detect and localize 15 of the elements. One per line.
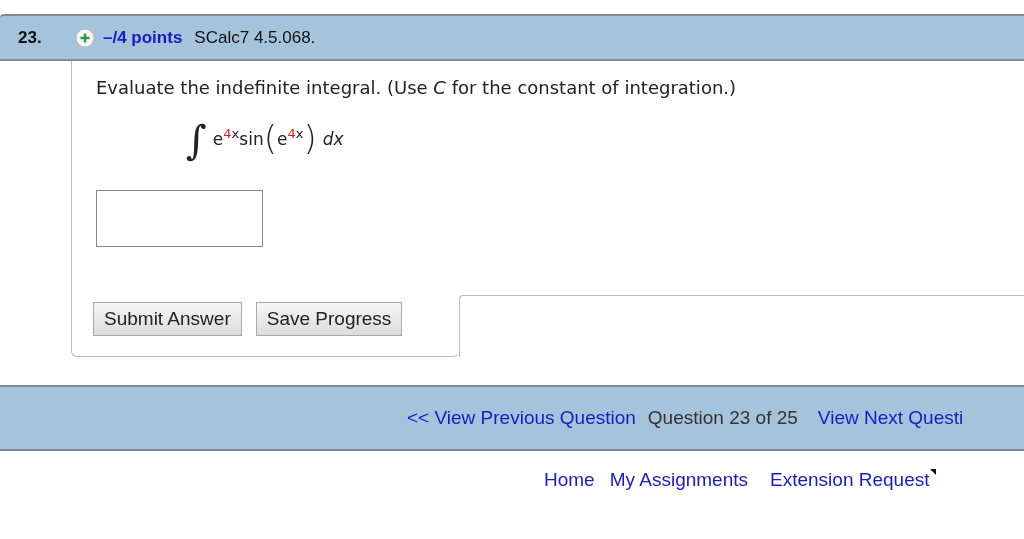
extension-request-link[interactable]: Extension Request: [770, 466, 936, 495]
question-position: Question 23 of 25: [647, 405, 798, 430]
question-prompt: Evaluate the indefinite integral. (Use C for the constant of integration.): [96, 76, 737, 100]
plus-icon[interactable]: [75, 27, 95, 48]
points-link[interactable]: –/4 points: [103, 24, 183, 51]
my-assignments-link[interactable]: My Assignments: [609, 466, 748, 495]
answer-field[interactable]: [96, 190, 263, 247]
question-number: 23.: [18, 26, 43, 49]
source-label: SCalc7 4.5.068.: [194, 26, 316, 49]
save-progress-button[interactable]: Save Progress: [255, 302, 403, 336]
next-question-link[interactable]: View Next Questi: [817, 403, 964, 433]
home-link[interactable]: Home: [544, 466, 595, 495]
previous-question-link[interactable]: << View Previous Question: [407, 403, 636, 433]
integral-sign: ∫: [186, 120, 207, 160]
submit-answer-button[interactable]: Submit Answer: [93, 302, 242, 336]
